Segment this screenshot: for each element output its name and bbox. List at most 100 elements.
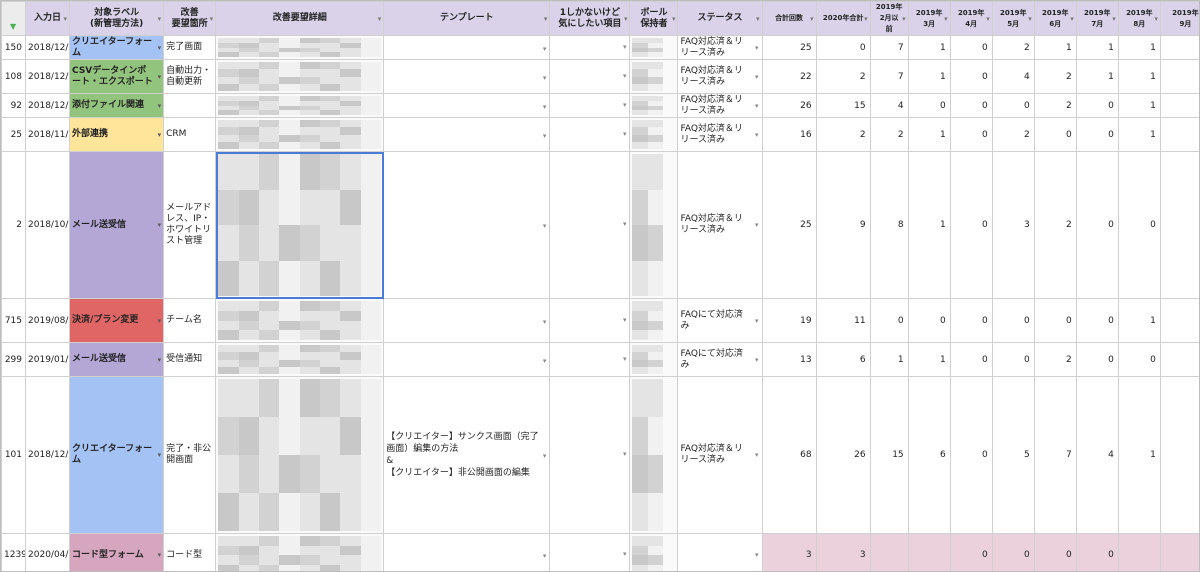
count-cell-m6[interactable]: 1 (1033, 35, 1077, 60)
count-cell-total[interactable]: 25 (761, 35, 817, 60)
count-cell-m5[interactable]: 4 (991, 59, 1035, 94)
count-cell-feb[interactable]: 4 (869, 93, 909, 118)
location-cell[interactable]: 受信通知 (163, 342, 217, 377)
count-cell-m6[interactable]: 2 (1033, 342, 1077, 377)
count-cell-m5[interactable]: 0 (991, 533, 1035, 571)
column-header-m5[interactable]: 2019年 5月 ▾ (991, 1, 1035, 36)
column-header-status[interactable]: ステータス ▾ (677, 1, 763, 36)
dropdown-arrow-icon[interactable]: ▾ (755, 43, 759, 54)
date-cell[interactable]: 2019/08/31 (25, 298, 71, 343)
count-cell-m5[interactable]: 3 (991, 151, 1035, 299)
date-cell[interactable]: 2018/12/26 (25, 59, 71, 94)
count-cell-m9[interactable]: 3 (1159, 298, 1199, 343)
row-id-cell[interactable]: 101 (1, 376, 27, 534)
count-cell-y2020[interactable]: 15 (815, 93, 871, 118)
dropdown-arrow-icon[interactable]: ▾ (158, 72, 162, 83)
label-cell[interactable]: 添付ファイル関連 ▾ (69, 93, 165, 118)
dropdown-arrow-icon[interactable]: ▾ (543, 43, 547, 55)
count-cell-m3[interactable]: 0 (907, 298, 951, 343)
label-cell[interactable]: クリエイターフォーム ▾ (69, 376, 165, 534)
filter-dropdown-icon[interactable]: ▾ (986, 14, 990, 25)
column-header-m9[interactable]: 2019年 9月▾ (1159, 1, 1199, 36)
count-cell-m5[interactable]: 2 (991, 117, 1035, 152)
filter-dropdown-icon[interactable]: ▾ (810, 14, 814, 25)
dropdown-arrow-icon[interactable]: ▾ (543, 220, 547, 232)
count-cell-m7[interactable]: 0 (1075, 298, 1119, 343)
count-cell-m8[interactable]: 1 (1117, 376, 1161, 534)
column-header-m4[interactable]: 2019年 4月 ▾ (949, 1, 993, 36)
concern-cell[interactable]: ▾ (549, 59, 631, 94)
template-cell[interactable]: ▾ (383, 342, 551, 377)
dropdown-arrow-icon[interactable]: ▾ (158, 550, 162, 561)
count-cell-m9[interactable]: 1 (1159, 117, 1199, 152)
count-cell-y2020[interactable]: 0 (815, 35, 871, 60)
count-cell-m8[interactable]: 1 (1117, 35, 1161, 60)
detail-cell[interactable] (215, 151, 385, 299)
concern-cell[interactable]: ▾ (549, 35, 631, 60)
template-cell[interactable]: ▾ (383, 298, 551, 343)
dropdown-arrow-icon[interactable]: ▾ (755, 316, 759, 327)
dropdown-arrow-icon[interactable]: ▾ (755, 450, 759, 461)
count-cell-y2020[interactable]: 6 (815, 342, 871, 377)
dropdown-arrow-icon[interactable]: ▾ (158, 355, 162, 366)
column-header-m8[interactable]: 2019年 8月 ▾ (1117, 1, 1161, 36)
dropdown-arrow-icon[interactable]: ▾ (543, 72, 547, 84)
column-header-m3[interactable]: 2019年 3月 ▾ (907, 1, 951, 36)
filter-dropdown-icon[interactable]: ▾ (64, 14, 68, 25)
dropdown-arrow-icon[interactable]: ▾ (623, 220, 627, 228)
filter-dropdown-icon[interactable]: ▾ (378, 14, 382, 25)
status-cell[interactable]: FAQ対応済＆リリース済み ▾ (677, 376, 763, 534)
concern-cell[interactable]: ▾ (549, 117, 631, 152)
row-id-cell[interactable]: 715 (1, 298, 27, 343)
status-cell[interactable]: FAQにて対応済み ▾ (677, 342, 763, 377)
owner-cell[interactable] (629, 376, 679, 534)
template-cell[interactable]: ▾ (383, 533, 551, 571)
dropdown-arrow-icon[interactable]: ▾ (623, 101, 627, 109)
label-cell[interactable]: メール送受信 ▾ (69, 342, 165, 377)
count-cell-m8[interactable]: 1 (1117, 117, 1161, 152)
date-cell[interactable]: 2018/12/06 (25, 93, 71, 118)
template-cell[interactable]: ▾ (383, 117, 551, 152)
column-header-owner[interactable]: ボール 保持者 ▾ (629, 1, 679, 36)
dropdown-arrow-icon[interactable]: ▾ (158, 43, 162, 54)
count-cell-m4[interactable]: 0 (949, 93, 993, 118)
status-cell[interactable]: ▾ (677, 533, 763, 571)
count-cell-y2020[interactable]: 26 (815, 376, 871, 534)
column-header-label[interactable]: 対象ラベル (新管理方法) ▾ (69, 1, 165, 36)
concern-cell[interactable]: ▾ (549, 298, 631, 343)
template-cell[interactable]: 【クリエイター】サンクス画面（完了画面）編集の方法 & 【クリエイター】非公開画… (383, 376, 551, 534)
filter-dropdown-icon[interactable]: ▾ (210, 14, 214, 25)
count-cell-m9[interactable]: 2 (1159, 59, 1199, 94)
count-cell-m6[interactable]: 2 (1033, 93, 1077, 118)
count-cell-m3[interactable]: 1 (907, 151, 951, 299)
count-cell-feb[interactable]: 0 (869, 298, 909, 343)
dropdown-arrow-icon[interactable]: ▾ (623, 43, 627, 51)
date-cell[interactable]: 2018/11/05 (25, 117, 71, 152)
count-cell-m7[interactable]: 1 (1075, 35, 1119, 60)
label-cell[interactable]: クリエイターフォーム ▾ (69, 35, 165, 60)
dropdown-arrow-icon[interactable]: ▾ (158, 220, 162, 231)
count-cell-feb[interactable] (869, 533, 909, 571)
column-header-concern[interactable]: 1しかないけど 気にしたい項目 ▾ (549, 1, 631, 36)
column-header-filter[interactable]: ▼ (1, 1, 27, 36)
filter-dropdown-icon[interactable]: ▾ (672, 14, 676, 25)
row-id-cell[interactable]: 1239 (1, 533, 27, 571)
count-cell-m9[interactable]: 0 (1159, 151, 1199, 299)
count-cell-y2020[interactable]: 11 (815, 298, 871, 343)
count-cell-m9[interactable]: 4 (1159, 35, 1199, 60)
concern-cell[interactable]: ▾ (549, 93, 631, 118)
owner-cell[interactable] (629, 117, 679, 152)
dropdown-arrow-icon[interactable]: ▾ (623, 355, 627, 363)
count-cell-m4[interactable]: 0 (949, 59, 993, 94)
count-cell-total[interactable]: 3 (761, 533, 817, 571)
status-cell[interactable]: FAQにて対応済み ▾ (677, 298, 763, 343)
column-header-loc[interactable]: 改善 要望箇所 ▾ (163, 1, 217, 36)
dropdown-arrow-icon[interactable]: ▾ (543, 550, 547, 562)
detail-cell[interactable] (215, 533, 385, 571)
detail-cell[interactable] (215, 93, 385, 118)
count-cell-feb[interactable]: 1 (869, 342, 909, 377)
owner-cell[interactable] (629, 35, 679, 60)
dropdown-arrow-icon[interactable]: ▾ (755, 101, 759, 112)
count-cell-m6[interactable]: 0 (1033, 298, 1077, 343)
count-cell-m9[interactable]: 2 (1159, 93, 1199, 118)
